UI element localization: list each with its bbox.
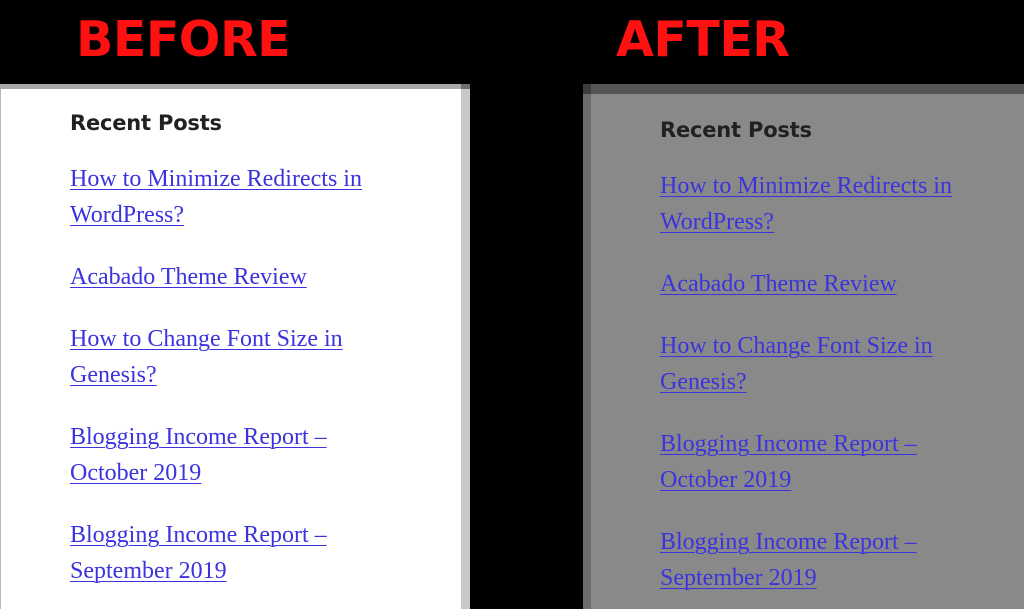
list-item: How to Minimize Redirects in WordPress? bbox=[70, 161, 441, 233]
post-link-wrapper: Acabado Theme Review bbox=[70, 259, 366, 295]
recent-posts-widget-before: Recent Posts How to Minimize Redirects i… bbox=[1, 89, 461, 609]
before-label: BEFORE bbox=[76, 11, 291, 68]
recent-posts-widget-after: Recent Posts How to Minimize Redirects i… bbox=[591, 94, 1024, 609]
list-item: Blogging Income Report – October 2019 bbox=[70, 419, 441, 491]
post-link-wrapper: How to Change Font Size in Genesis? bbox=[70, 321, 366, 393]
before-panel-body: Recent Posts How to Minimize Redirects i… bbox=[0, 89, 461, 609]
post-link-wrapper: Blogging Income Report – September 2019 bbox=[70, 517, 366, 589]
recent-posts-list: How to Minimize Redirects in WordPress? … bbox=[660, 168, 1004, 596]
post-link-wrapper: Blogging Income Report – October 2019 bbox=[660, 426, 956, 498]
after-panel-topbar bbox=[583, 84, 1024, 94]
after-panel: Recent Posts How to Minimize Redirects i… bbox=[583, 84, 1024, 609]
widget-title: Recent Posts bbox=[70, 111, 222, 135]
after-panel-corner bbox=[583, 84, 591, 94]
post-link[interactable]: Acabado Theme Review bbox=[660, 271, 897, 297]
post-link[interactable]: How to Change Font Size in Genesis? bbox=[660, 333, 933, 395]
list-item: Acabado Theme Review bbox=[70, 259, 441, 295]
widget-title: Recent Posts bbox=[660, 118, 812, 142]
list-item: Blogging Income Report – October 2019 bbox=[660, 426, 1004, 498]
post-link[interactable]: Acabado Theme Review bbox=[70, 264, 307, 290]
recent-posts-list: How to Minimize Redirects in WordPress? … bbox=[70, 161, 441, 589]
post-link[interactable]: How to Change Font Size in Genesis? bbox=[70, 326, 343, 388]
list-item: How to Minimize Redirects in WordPress? bbox=[660, 168, 1004, 240]
after-label: AFTER bbox=[616, 11, 790, 68]
post-link-wrapper: Blogging Income Report – October 2019 bbox=[70, 419, 366, 491]
after-panel-body: Recent Posts How to Minimize Redirects i… bbox=[591, 94, 1024, 609]
post-link[interactable]: Blogging Income Report – October 2019 bbox=[70, 424, 327, 486]
list-item: Acabado Theme Review bbox=[660, 266, 1004, 302]
comparison-stage: BEFORE AFTER Recent Posts How to Minimiz… bbox=[0, 0, 1024, 609]
before-panel: Recent Posts How to Minimize Redirects i… bbox=[0, 84, 470, 609]
post-link-wrapper: Acabado Theme Review bbox=[660, 266, 956, 302]
post-link[interactable]: Blogging Income Report – October 2019 bbox=[660, 431, 917, 493]
list-item: Blogging Income Report – September 2019 bbox=[70, 517, 441, 589]
post-link[interactable]: Blogging Income Report – September 2019 bbox=[70, 522, 327, 584]
post-link-wrapper: How to Minimize Redirects in WordPress? bbox=[70, 161, 366, 233]
post-link[interactable]: Blogging Income Report – September 2019 bbox=[660, 529, 917, 591]
post-link-wrapper: How to Change Font Size in Genesis? bbox=[660, 328, 956, 400]
post-link-wrapper: How to Minimize Redirects in WordPress? bbox=[660, 168, 956, 240]
list-item: Blogging Income Report – September 2019 bbox=[660, 524, 1004, 596]
post-link[interactable]: How to Minimize Redirects in WordPress? bbox=[70, 166, 362, 228]
post-link-wrapper: Blogging Income Report – September 2019 bbox=[660, 524, 956, 596]
post-link[interactable]: How to Minimize Redirects in WordPress? bbox=[660, 173, 952, 235]
list-item: How to Change Font Size in Genesis? bbox=[70, 321, 441, 393]
list-item: How to Change Font Size in Genesis? bbox=[660, 328, 1004, 400]
